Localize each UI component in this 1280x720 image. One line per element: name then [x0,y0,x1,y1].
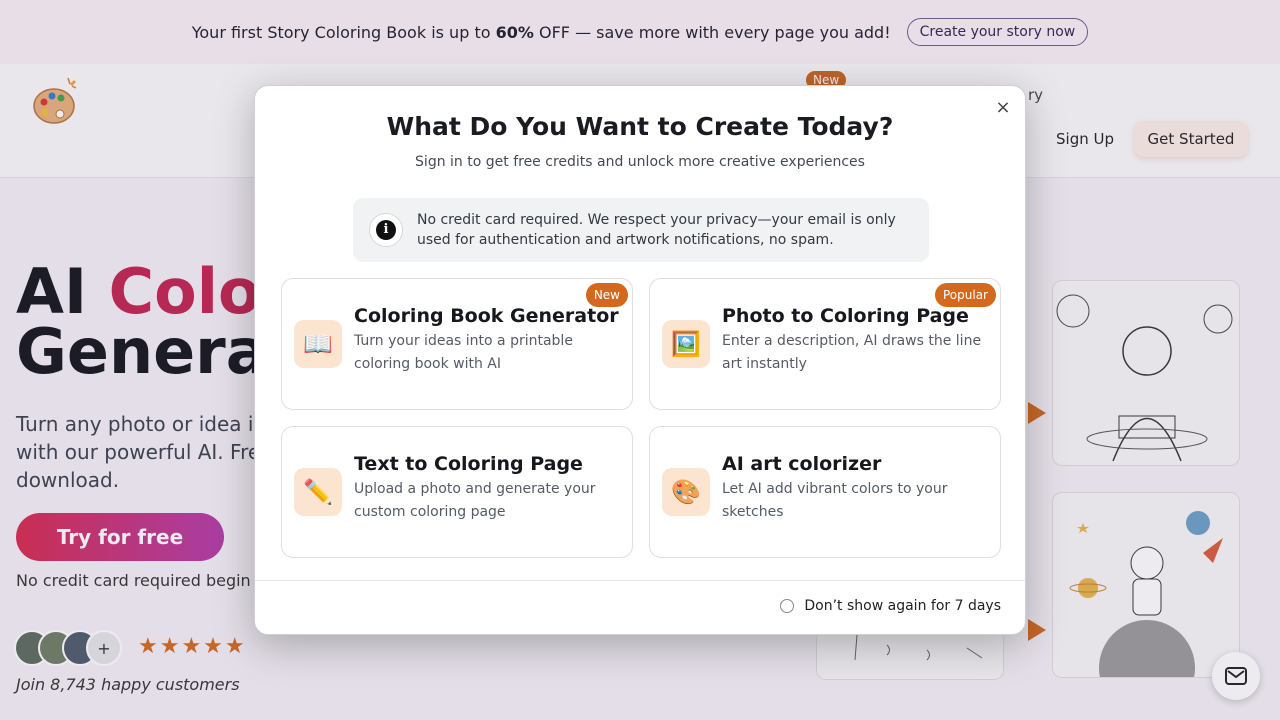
framed-picture-icon: 🖼️ [662,320,710,368]
dont-show-again-option[interactable]: Don’t show again for 7 days [780,598,1001,614]
option-description: Let AI add vibrant colors to your sketch… [722,481,948,520]
option-title: Text to Coloring Page [354,453,583,475]
option-title: AI art colorizer [722,453,882,475]
option-title: Photo to Coloring Page [722,305,969,327]
privacy-notice: i No credit card required. We respect yo… [353,198,929,262]
option-text-to-coloring-page[interactable]: ✏️ Text to Coloring Page Upload a photo … [281,426,633,558]
option-ai-art-colorizer[interactable]: 🎨 AI art colorizer Let AI add vibrant co… [649,426,1001,558]
option-title: Coloring Book Generator [354,305,619,327]
option-coloring-book-generator[interactable]: 📖 Coloring Book Generator Turn your idea… [281,278,633,410]
create-modal: × What Do You Want to Create Today? Sign… [254,85,1026,635]
modal-title: What Do You Want to Create Today? [386,112,894,141]
dont-show-checkbox[interactable] [780,599,795,613]
option-description: Turn your ideas into a printable colorin… [354,333,573,372]
pencil-icon: ✏️ [294,468,342,516]
palette-icon: 🎨 [662,468,710,516]
dont-show-label: Don’t show again for 7 days [804,598,1001,614]
privacy-notice-text: No credit card required. We respect your… [417,212,896,248]
modal-subtitle: Sign in to get free credits and unlock m… [415,154,865,170]
book-icon: 📖 [294,320,342,368]
option-description: Upload a photo and generate your custom … [354,481,596,520]
info-icon: i [369,213,403,247]
new-badge: New [585,283,628,307]
option-description: Enter a description, AI draws the line a… [722,333,982,372]
modal-footer: Don’t show again for 7 days [255,580,1025,636]
popular-badge: Popular [935,283,996,307]
option-photo-to-coloring-page[interactable]: 🖼️ Photo to Coloring Page Enter a descri… [649,278,1001,410]
